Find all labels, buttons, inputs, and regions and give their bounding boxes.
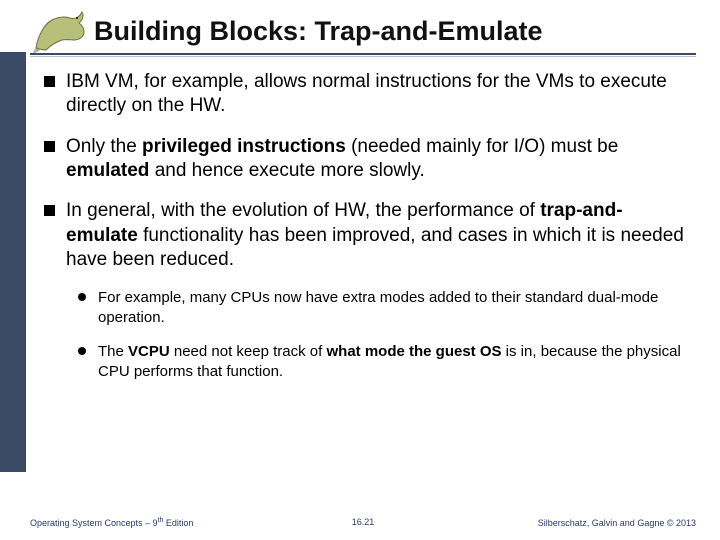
footer-left: Operating System Concepts – 9th Edition [30, 517, 193, 528]
footer-copyright: Silberschatz, Galvin and Gagne © 2013 [538, 518, 696, 528]
slide-body: IBM VM, for example, allows normal instr… [44, 70, 692, 395]
bullet-level-2: The VCPU need not keep track of what mod… [78, 342, 692, 382]
footer-page-number: 16.21 [352, 517, 375, 527]
bullet-level-2: For example, many CPUs now have extra mo… [78, 288, 692, 328]
left-sidebar-accent [0, 52, 26, 472]
slide-footer: Operating System Concepts – 9th Edition … [30, 517, 696, 528]
bullet-level-1: In general, with the evolution of HW, th… [44, 199, 692, 272]
bullet-level-1: Only the privileged instructions (needed… [44, 135, 692, 184]
dinosaur-icon [30, 6, 92, 54]
slide-title: Building Blocks: Trap-and-Emulate [94, 16, 543, 47]
bullet-level-1: IBM VM, for example, allows normal instr… [44, 70, 692, 119]
slide: Building Blocks: Trap-and-Emulate IBM VM… [0, 0, 720, 540]
title-rule-shadow [30, 56, 696, 57]
title-rule [30, 53, 696, 55]
